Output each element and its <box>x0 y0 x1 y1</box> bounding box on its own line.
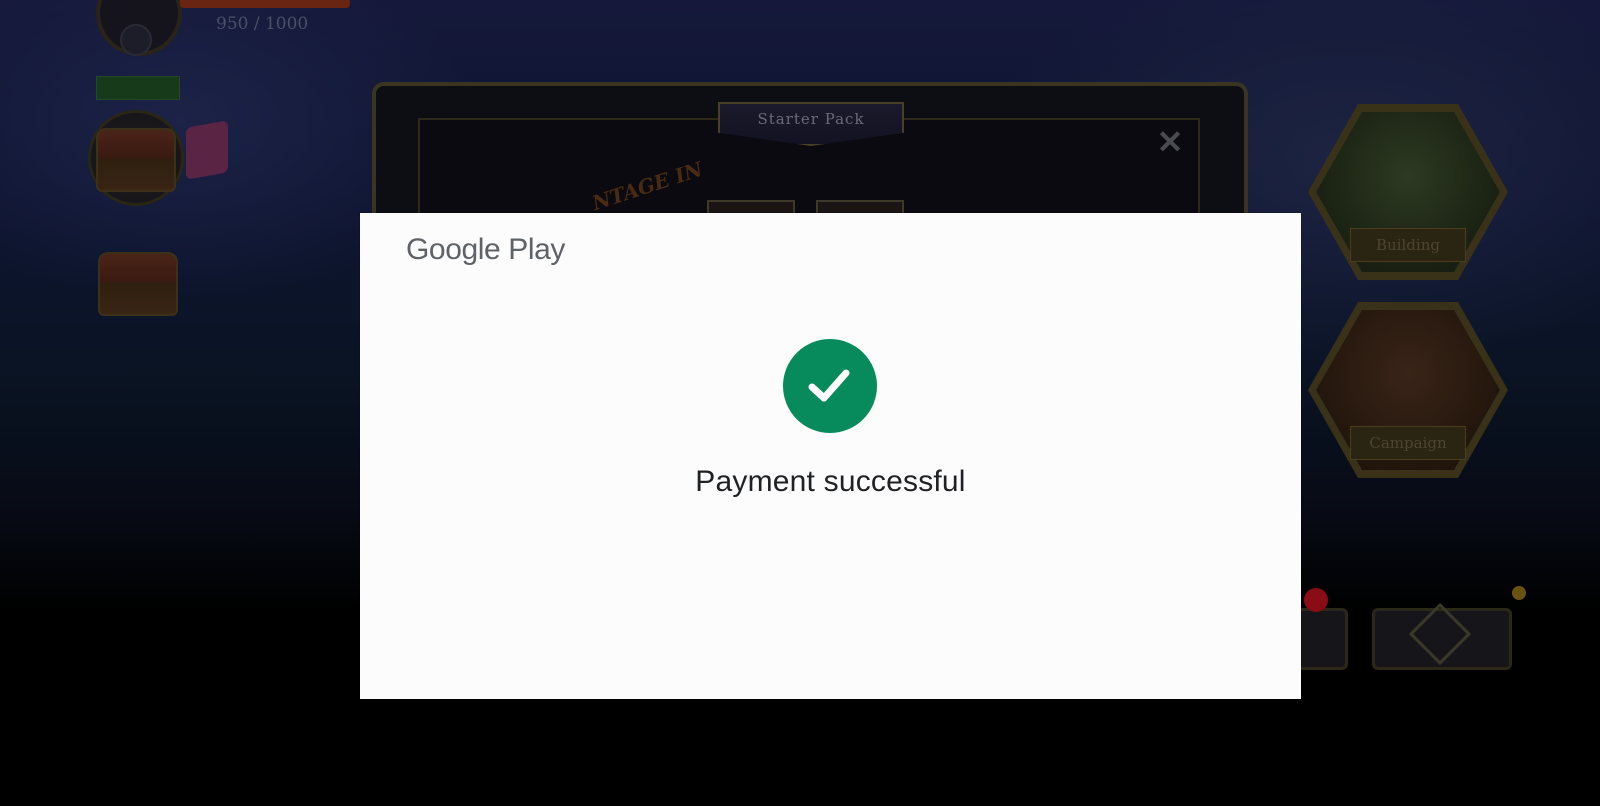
gold-indicator-dot <box>1512 586 1526 600</box>
xp-bar <box>180 0 350 8</box>
checkmark-icon <box>808 369 850 402</box>
close-icon: ✕ <box>1156 124 1184 160</box>
notification-dot <box>1304 588 1328 612</box>
payment-status-message: Payment successful <box>695 465 966 498</box>
campaign-hex-label: Campaign <box>1350 426 1466 460</box>
offer-timer-tag <box>96 76 180 100</box>
xp-text: 950 / 1000 <box>216 14 309 34</box>
gem-pack-icon <box>186 120 228 180</box>
starter-pack-chest-icon <box>98 252 178 316</box>
google-play-logo: Google Play <box>406 233 566 266</box>
player-level-badge <box>120 24 152 56</box>
starter-pack-title: Starter Pack <box>757 110 865 128</box>
daily-gift-chest-icon <box>96 128 176 192</box>
checkmark-circle-icon <box>783 339 877 433</box>
building-hex-label: Building <box>1350 228 1466 262</box>
payment-dialog: Google Play Payment successful <box>360 213 1301 699</box>
